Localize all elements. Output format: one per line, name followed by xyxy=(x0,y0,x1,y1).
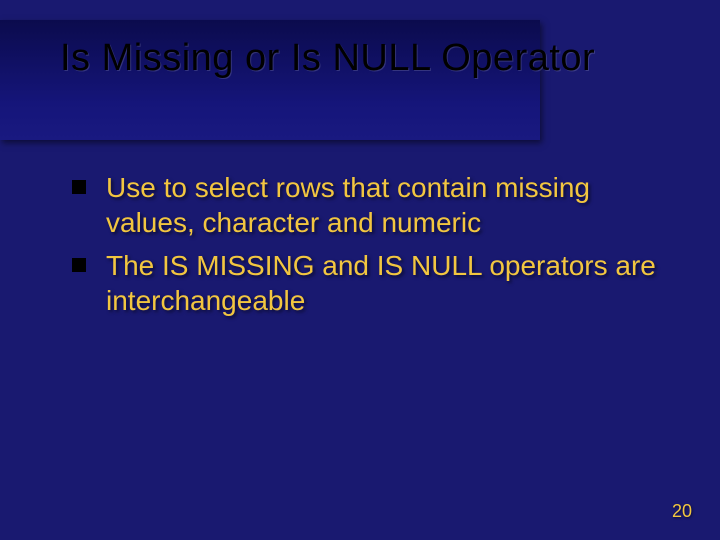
square-bullet-icon xyxy=(72,180,86,194)
slide-title: Is Missing or Is NULL Operator xyxy=(60,38,680,80)
page-number: 20 xyxy=(672,501,692,522)
slide: Is Missing or Is NULL Operator Use to se… xyxy=(0,0,720,540)
bullet-text: The IS MISSING and IS NULL operators are… xyxy=(106,248,670,318)
square-bullet-icon xyxy=(72,258,86,272)
bullet-text: Use to select rows that contain missing … xyxy=(106,170,670,240)
list-item: The IS MISSING and IS NULL operators are… xyxy=(72,248,670,318)
bullet-list: Use to select rows that contain missing … xyxy=(72,170,670,326)
list-item: Use to select rows that contain missing … xyxy=(72,170,670,240)
